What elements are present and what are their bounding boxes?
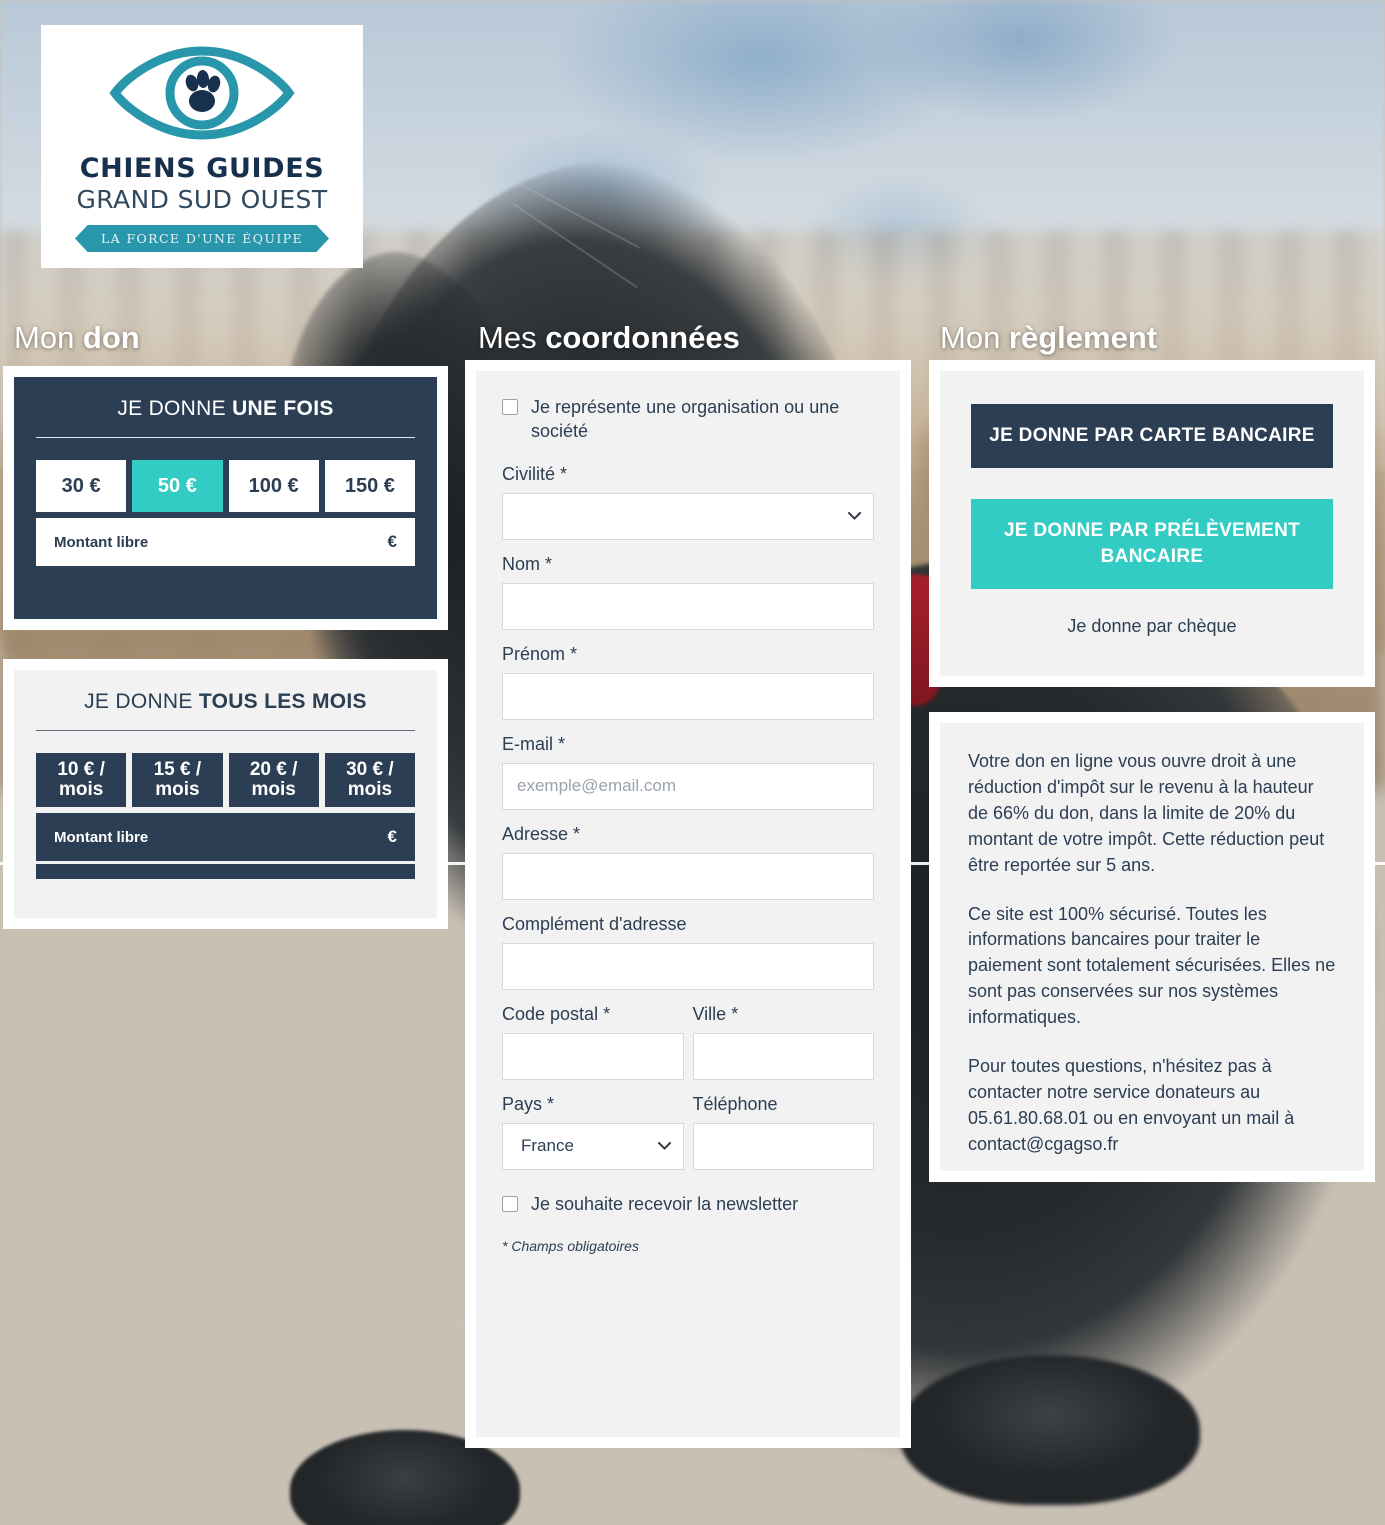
section-heading-contact: Mes coordonnées [478, 320, 740, 356]
information-card: Votre don en ligne vous ouvre droit à un… [940, 723, 1364, 1171]
payment-methods-card: JE DONNE PAR CARTE BANCAIRE JE DONNE PAR… [940, 371, 1364, 676]
logo-tagline: LA FORCE D'UNE ÉQUIPE [74, 225, 330, 252]
monthly-option-15[interactable]: 15 € / mois [132, 753, 223, 807]
monthly-title-divider [36, 730, 415, 731]
pay-by-card-button[interactable]: JE DONNE PAR CARTE BANCAIRE [971, 404, 1333, 468]
adresse-input[interactable] [502, 852, 874, 900]
telephone-input[interactable] [692, 1122, 874, 1170]
euro-symbol-icon: € [387, 532, 397, 551]
adresse-label: Adresse * [502, 823, 581, 844]
one-time-card-title: JE DONNE UNE FOIS [36, 397, 415, 437]
pays-select-wrap: France [502, 1122, 684, 1170]
euro-symbol-icon: € [387, 827, 397, 846]
monthly-option-10[interactable]: 10 € / mois [36, 753, 127, 807]
newsletter-checkbox-row[interactable]: Je souhaite recevoir la newsletter [502, 1192, 874, 1216]
heading-payment-bold: règlement [1008, 320, 1158, 355]
one-time-title-light: JE DONNE [117, 397, 233, 420]
monthly-free-amount-strip [36, 864, 415, 879]
code-postal-label: Code postal * [502, 1003, 611, 1024]
tax-reduction-paragraph: Votre don en ligne vous ouvre droit à un… [968, 751, 1325, 875]
newsletter-checkbox[interactable] [502, 1196, 518, 1213]
contact-paragraph: Pour toutes questions, n'hésitez pas à c… [968, 1056, 1295, 1154]
monthly-donation-card: JE DONNE TOUS LES MOIS 10 € / mois 15 € … [14, 670, 437, 918]
eye-with-paw-icon [109, 46, 295, 140]
nom-label: Nom * [502, 553, 553, 574]
one-time-free-amount-input[interactable]: Montant libre € [36, 518, 415, 566]
monthly-option-20[interactable]: 20 € / mois [228, 753, 319, 807]
pays-select[interactable]: France [502, 1122, 684, 1170]
heading-contact-light: Mes [478, 320, 546, 355]
monthly-option-30[interactable]: 30 € / mois [324, 753, 415, 807]
civilite-select[interactable] [502, 492, 874, 540]
monthly-card-title: JE DONNE TOUS LES MOIS [36, 690, 415, 730]
logo-subtitle: GRAND SUD OUEST [76, 185, 328, 214]
amount-option-150[interactable]: 150 € [324, 460, 415, 512]
amount-option-50[interactable]: 50 € [132, 460, 223, 512]
one-time-amount-options: 30 € 50 € 100 € 150 € [36, 460, 415, 512]
ville-input[interactable] [692, 1032, 874, 1080]
heading-donation-bold: don [82, 320, 140, 355]
contact-form-card: Je représente une organisation ou une so… [476, 371, 900, 1437]
complement-label: Complément d'adresse [502, 913, 687, 934]
heading-donation-light: Mon [14, 320, 83, 355]
organisation-checkbox[interactable] [502, 399, 518, 415]
one-time-donation-card: JE DONNE UNE FOIS 30 € 50 € 100 € 150 € … [14, 377, 437, 619]
code-postal-input[interactable] [502, 1032, 684, 1080]
prenom-label: Prénom * [502, 643, 578, 664]
monthly-title-light: JE DONNE [84, 690, 199, 713]
one-time-free-amount-label: Montant libre [54, 533, 149, 551]
telephone-label: Téléphone [692, 1093, 778, 1114]
nom-input[interactable] [502, 582, 874, 630]
complement-input[interactable] [502, 942, 874, 990]
required-fields-note: * Champs obligatoires [502, 1238, 639, 1255]
email-input[interactable] [502, 762, 874, 810]
section-heading-payment: Mon règlement [940, 320, 1157, 356]
monthly-amount-options: 10 € / mois 15 € / mois 20 € / mois 30 €… [36, 753, 415, 807]
prenom-input[interactable] [502, 672, 874, 720]
organisation-checkbox-row[interactable]: Je représente une organisation ou une so… [502, 395, 874, 444]
pay-by-cheque-link[interactable]: Je donne par chèque [971, 616, 1333, 637]
logo-name: CHIENS GUIDES [79, 153, 325, 184]
ville-label: Ville * [692, 1003, 739, 1024]
monthly-title-bold: TOUS LES MOIS [198, 690, 367, 713]
civilite-select-wrap [502, 492, 874, 540]
monthly-free-amount-input[interactable]: Montant libre € [36, 813, 415, 861]
newsletter-checkbox-label: Je souhaite recevoir la newsletter [531, 1193, 799, 1214]
pay-by-direct-debit-button[interactable]: JE DONNE PAR PRÉLÈVEMENT BANCAIRE [971, 499, 1333, 589]
one-time-title-divider [36, 437, 415, 438]
security-paragraph: Ce site est 100% sécurisé. Toutes les in… [968, 903, 1336, 1028]
email-label: E-mail * [502, 733, 566, 754]
postal-city-row: Code postal * Ville * [502, 990, 874, 1080]
monthly-free-amount-label: Montant libre [54, 828, 149, 846]
site-logo[interactable]: CHIENS GUIDES GRAND SUD OUEST LA FORCE D… [41, 25, 363, 268]
one-time-title-bold: UNE FOIS [232, 397, 334, 420]
heading-contact-bold: coordonnées [545, 320, 740, 355]
amount-option-100[interactable]: 100 € [228, 460, 319, 512]
country-phone-row: Pays * France Téléphone [502, 1080, 874, 1170]
civilite-label: Civilité * [502, 463, 568, 484]
section-heading-donation: Mon don [14, 320, 140, 356]
amount-option-30[interactable]: 30 € [36, 460, 127, 512]
heading-payment-light: Mon [940, 320, 1009, 355]
organisation-checkbox-label: Je représente une organisation ou une so… [531, 397, 840, 442]
pays-label: Pays * [502, 1093, 555, 1114]
donation-page: CHIENS GUIDES GRAND SUD OUEST LA FORCE D… [0, 0, 1385, 1525]
